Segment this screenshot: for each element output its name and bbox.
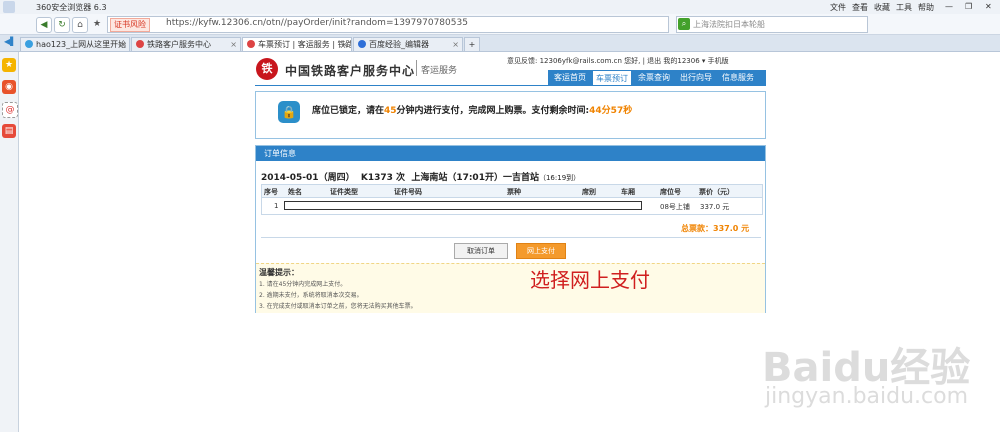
mail-icon[interactable]: @	[2, 102, 18, 118]
browser-title: 360安全浏览器 6.3	[36, 3, 107, 12]
train-summary: 2014-05-01（周四） K1373 次 上海南站（17:01开）一吉首站（…	[261, 170, 580, 183]
table-header-row: 序号 姓名 证件类型 证件号码 票种 席别 车厢 席位号 票价（元）	[262, 185, 762, 198]
travel-date: 2014-05-01（周四）	[261, 173, 355, 183]
tab-close-icon[interactable]: ×	[341, 38, 348, 51]
minimize-icon[interactable]: —	[945, 2, 953, 11]
nav-ticket-booking[interactable]: 车票预订	[592, 70, 632, 86]
col-car: 车厢	[621, 188, 635, 196]
nav-home[interactable]: 客运首页	[554, 70, 586, 85]
menu-favorites[interactable]: 收藏	[874, 2, 890, 13]
nav-remaining-tickets[interactable]: 余票查询	[638, 70, 670, 85]
site-name: 中国铁路客户服务中心	[285, 64, 416, 78]
tab-baidu-editor[interactable]: 百度经验_编辑器 ×	[353, 37, 463, 51]
tab-hao123[interactable]: hao123_上网从这里开始 ×	[20, 37, 130, 51]
home-icon[interactable]: ⌂	[72, 17, 88, 33]
total-fare: 总票款：337.0 元	[681, 224, 750, 233]
url-text: https://kyfw.12306.cn/otn//payOrder/init…	[166, 18, 468, 28]
user-avatar-icon[interactable]	[3, 1, 15, 13]
new-tab-button[interactable]: +	[464, 37, 480, 51]
tab-label: 百度经验_编辑器	[369, 40, 429, 49]
order-header-title: 订单信息	[264, 149, 296, 158]
tip-item: 2. 逾期未支付，系统将取消本次交易。	[259, 292, 363, 299]
cert-warning-badge[interactable]: 证书风险	[110, 18, 150, 32]
col-ticket-type: 票种	[507, 188, 521, 196]
search-input[interactable]: ⌕ 上海法院扣日本轮船	[676, 16, 868, 33]
tab-close-icon[interactable]: ×	[230, 38, 237, 51]
passenger-details-redacted	[284, 201, 642, 210]
menu-tools[interactable]: 工具	[896, 2, 912, 13]
lock-msg-middle: 分钟内进行支付，完成网上购票。支付剩余时间:	[396, 106, 590, 116]
online-pay-button[interactable]: 网上支付	[516, 243, 566, 259]
nav-underline	[255, 85, 766, 86]
passenger-table: 序号 姓名 证件类型 证件号码 票种 席别 车厢 席位号 票价（元） 1 08号…	[261, 184, 763, 215]
menu-view[interactable]: 查看	[852, 2, 868, 13]
site-subtitle: 客运服务	[421, 66, 458, 76]
tab-favicon-icon	[358, 40, 366, 48]
nav-info-service[interactable]: 信息服务	[722, 70, 754, 85]
payment-countdown-message: 席位已锁定，请在45分钟内进行支付，完成网上购票。支付剩余时间:44分57秒	[312, 103, 632, 116]
arrival-time: （16:19到）	[538, 174, 581, 182]
browser-titlebar: 360安全浏览器 6.3 文件 查看 收藏 工具 帮助 — ❐ ✕	[0, 0, 1000, 14]
weibo-icon[interactable]: ◉	[2, 80, 16, 94]
tip-item: 1. 请在45分钟内完成网上支付。	[259, 281, 347, 288]
pay-minutes: 45	[384, 106, 397, 116]
lock-msg-prefix: 席位已锁定，请在	[312, 106, 385, 116]
row-price: 337.0 元	[700, 203, 730, 211]
tips-title: 温馨提示：	[259, 268, 299, 277]
tab-favicon-icon	[136, 40, 144, 48]
row-index: 1	[274, 202, 279, 210]
watermark-url: jingyan.baidu.com	[765, 384, 969, 409]
app-store-icon[interactable]: ▤	[2, 124, 16, 138]
tips-box: 温馨提示： 1. 请在45分钟内完成网上支付。 2. 逾期未支付，系统将取消本次…	[256, 263, 765, 313]
order-panel-header: 订单信息	[256, 146, 765, 161]
cancel-order-button[interactable]: 取消订单	[454, 243, 508, 259]
route: 上海南站（17:01开）一吉首站	[411, 173, 539, 183]
back-icon[interactable]: ◀	[36, 17, 52, 33]
search-engine-icon[interactable]: ⌕	[678, 18, 690, 30]
lock-icon: 🔒	[278, 101, 300, 123]
favorite-star-icon[interactable]: ★	[90, 17, 104, 31]
address-toolbar: ◀ ↻ ⌂ ★ 证书风险 https://kyfw.12306.cn/otn//…	[0, 14, 1000, 35]
col-name: 姓名	[288, 188, 302, 196]
railway-logo-icon[interactable]: 铁	[256, 58, 278, 80]
instruction-caption: 选择网上支付	[530, 268, 650, 292]
header-divider	[416, 60, 417, 76]
col-index: 序号	[264, 188, 278, 196]
order-info-panel: 订单信息 2014-05-01（周四） K1373 次 上海南站（17:01开）…	[255, 145, 766, 313]
train-number: K1373 次	[360, 173, 406, 183]
col-seat-no: 席位号	[660, 188, 681, 196]
tab-railway-service[interactable]: 铁路客户服务中心 ×	[131, 37, 241, 51]
col-id-type: 证件类型	[330, 188, 358, 196]
seat-locked-panel: 🔒 席位已锁定，请在45分钟内进行支付，完成网上购票。支付剩余时间:44分57秒	[255, 91, 766, 139]
divider	[261, 237, 761, 238]
tab-favicon-icon	[247, 40, 255, 48]
tab-ticket-booking[interactable]: 车票预订 | 客运服务 | 铁路客户服务中心×	[242, 37, 352, 51]
tab-label: 车票预订 | 客运服务 | 铁路客户服务中心	[258, 40, 352, 49]
restore-icon[interactable]: ❐	[965, 2, 972, 11]
favorites-star-icon[interactable]: ★	[2, 58, 16, 72]
refresh-icon[interactable]: ↻	[54, 17, 70, 33]
menu-help[interactable]: 帮助	[918, 2, 934, 13]
tab-back-icon[interactable]: ◀▌	[4, 37, 16, 46]
url-input[interactable]: 证书风险 https://kyfw.12306.cn/otn//payOrder…	[107, 16, 669, 33]
tab-close-icon[interactable]: ×	[119, 38, 126, 51]
tab-close-icon[interactable]: ×	[452, 38, 459, 51]
tab-label: hao123_上网从这里开始	[36, 40, 127, 49]
tip-item: 3. 在完成支付或取消本订单之前，您将无法购买其他车票。	[259, 303, 417, 310]
tab-favicon-icon	[25, 40, 33, 48]
header-user-links[interactable]: 意见反馈: 12306yfk@rails.com.cn 您好, | 退出 我的1…	[507, 56, 729, 66]
remaining-time: 44分57秒	[589, 106, 633, 116]
site-nav: 客运首页 车票预订 余票查询 出行向导 信息服务	[548, 70, 766, 86]
browser-sidebar: ★ ◉ @ ▤	[0, 52, 19, 432]
col-seat-class: 席别	[582, 188, 596, 196]
tab-bar: ◀▌ hao123_上网从这里开始 × 铁路客户服务中心 × 车票预订 | 客运服务…	[0, 35, 1000, 52]
search-suggestion: 上海法院扣日本轮船	[693, 20, 765, 29]
menu-file[interactable]: 文件	[830, 2, 846, 13]
nav-travel-guide[interactable]: 出行向导	[680, 70, 712, 85]
close-icon[interactable]: ✕	[985, 2, 992, 11]
col-price: 票价（元）	[699, 188, 734, 196]
col-id-number: 证件号码	[394, 188, 422, 196]
row-seat-no: 08号上铺	[660, 203, 690, 211]
tab-label: 铁路客户服务中心	[147, 40, 211, 49]
